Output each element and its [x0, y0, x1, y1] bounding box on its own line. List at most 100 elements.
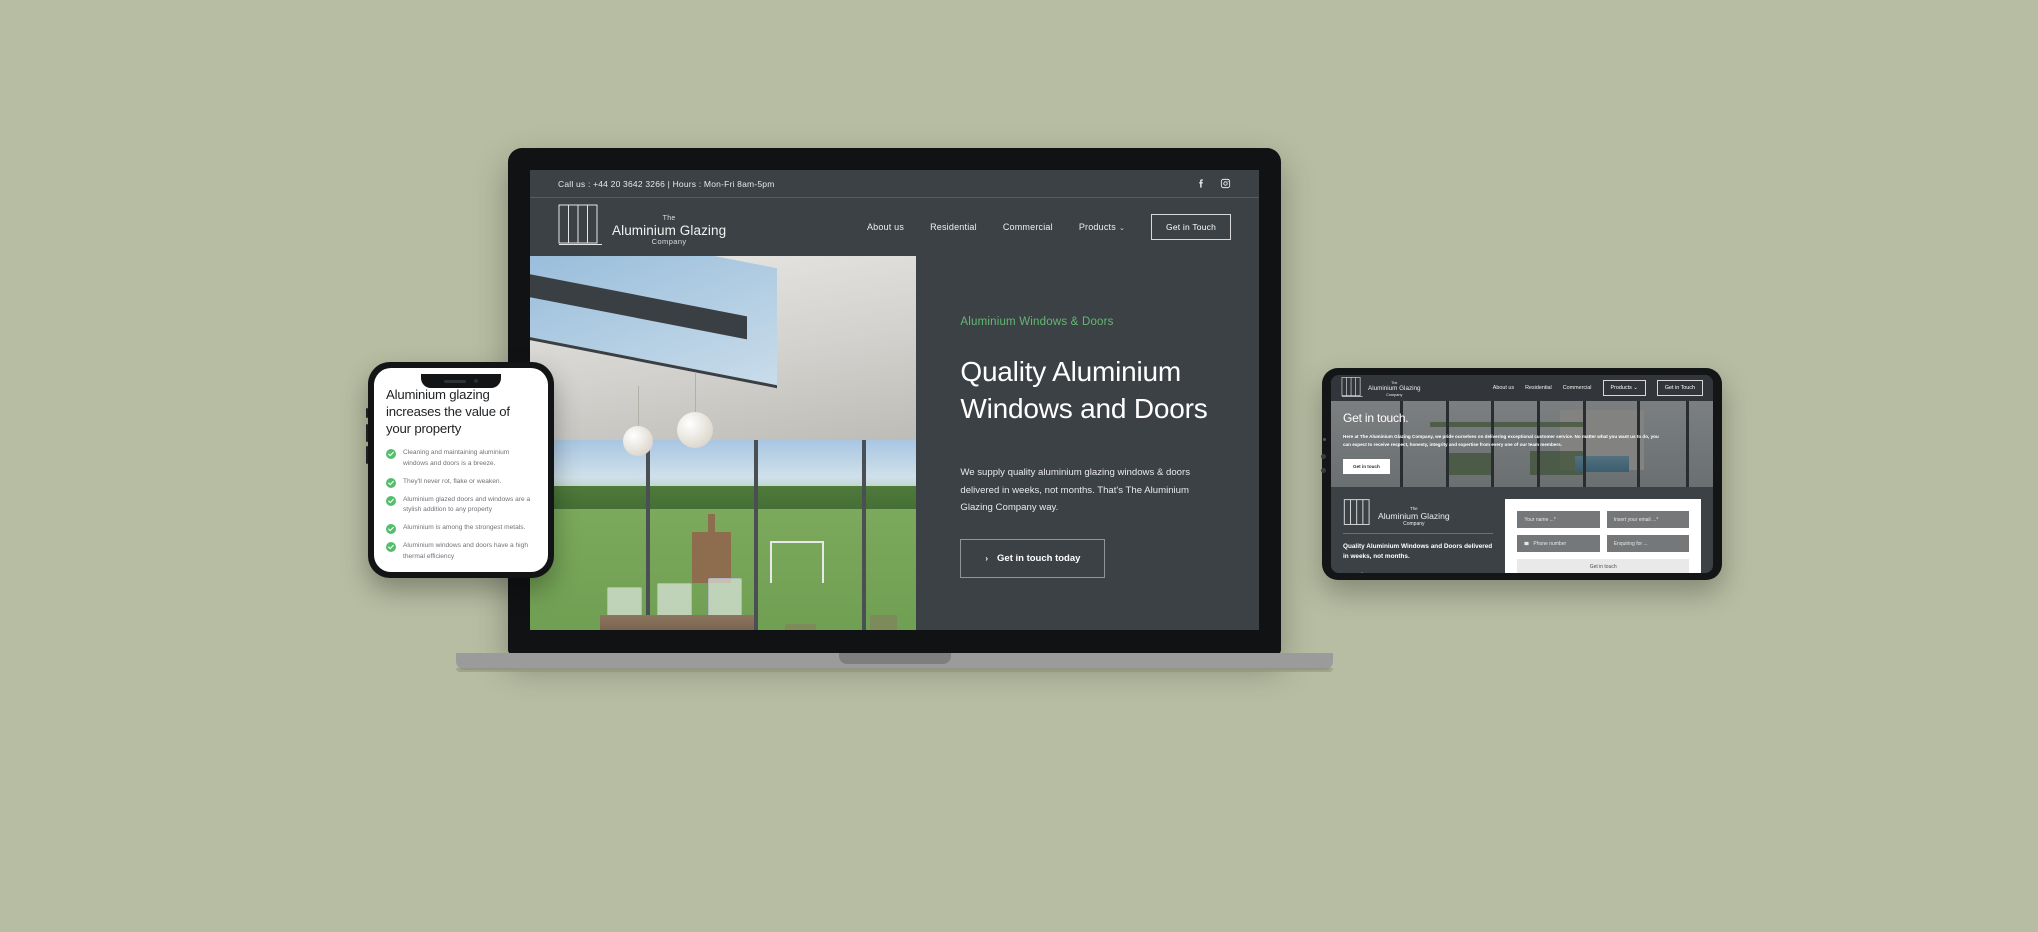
tablet-button-upper[interactable]: [1321, 454, 1326, 459]
check-circle-icon: [386, 449, 396, 460]
tablet-hero-paragraph: Here at The Aluminium Glazing Company, w…: [1343, 434, 1659, 448]
check-circle-icon: [386, 524, 396, 535]
chevron-down-icon: ⌄: [1633, 385, 1638, 391]
phone-device-mockup: Aluminium glazing increases the value of…: [366, 362, 554, 578]
brand-the: The: [662, 214, 676, 222]
hero-eyebrow: Aluminium Windows & Doors: [960, 316, 1114, 328]
form-submit-button[interactable]: Get in touch: [1517, 559, 1689, 573]
front-camera-icon: [474, 379, 478, 383]
form-phone-placeholder: Phone number: [1533, 540, 1567, 547]
benefit-text: Aluminium glazed doors and windows are a…: [403, 495, 531, 514]
tablet-hero: Get in touch. Here at The Aluminium Glaz…: [1331, 401, 1713, 487]
tablet-contact-form-card: Your name ...* Insert your email ...* Ph…: [1505, 499, 1701, 573]
window-panes-logo-icon: [1343, 499, 1370, 525]
brand-name: Aluminium Glazing: [612, 222, 727, 238]
tablet-products-label: Products: [1610, 385, 1632, 391]
tablet-contact-form: Your name ...* Insert your email ...* Ph…: [1517, 511, 1690, 573]
mockup-stage: Call us : +44 20 3642 3266 | Hours : Mon…: [0, 0, 2038, 932]
tablet-brand-logo[interactable]: The Aluminium Glazing Company: [1341, 377, 1421, 399]
tablet-get-in-touch-button[interactable]: Get in Touch: [1656, 380, 1703, 396]
earpiece-speaker-icon: [444, 379, 466, 383]
tablet-brand-company: Company: [1386, 392, 1403, 397]
tablet-brand-name: Aluminium Glazing: [1368, 384, 1421, 392]
laptop-base-notch: [838, 653, 951, 664]
tablet-footer-logo[interactable]: The Aluminium Glazing Company: [1343, 499, 1493, 529]
list-item: Aluminium windows and doors have a high …: [386, 541, 536, 562]
benefit-text: Cleaning and maintaining aluminium windo…: [403, 449, 510, 468]
tablet-hero-heading: Get in touch.: [1343, 411, 1409, 425]
window-panes-logo-icon: [558, 204, 602, 245]
phone-notch: [421, 374, 501, 388]
phone-body: Aluminium glazing increases the value of…: [366, 362, 554, 578]
phone-benefits-list: Cleaning and maintaining aluminium windo…: [386, 448, 536, 562]
chevron-down-icon: ⌄: [1118, 225, 1126, 232]
hero-button-label: Get in touch today: [997, 553, 1081, 565]
tablet-device-mockup: The Aluminium Glazing Company About us R…: [1321, 368, 1722, 580]
phone-heading: Aluminium glazing increases the value of…: [386, 387, 510, 437]
hero-heading: Quality Aluminium Windows and Doors: [960, 356, 1208, 424]
phone-page-content: Aluminium glazing increases the value of…: [374, 368, 548, 572]
tablet-body: The Aluminium Glazing Company About us R…: [1321, 368, 1722, 580]
check-circle-icon: [386, 542, 396, 553]
nav-get-in-touch-button[interactable]: Get in Touch: [1151, 214, 1231, 240]
window-panes-logo-icon: [1341, 377, 1363, 397]
hero-paragraph: We supply quality aluminium glazing wind…: [960, 466, 1191, 514]
primary-nav: About us Residential Commercial Products…: [867, 214, 1231, 240]
tablet-hero-get-in-touch-button[interactable]: Get in touch: [1343, 458, 1390, 474]
tablet-footer-wordmark: The Aluminium Glazing Company: [1378, 506, 1450, 529]
nav-item-products-label: Products: [1078, 222, 1116, 232]
laptop-device-mockup: Call us : +44 20 3642 3266 | Hours : Mon…: [456, 148, 1333, 672]
hero-get-in-touch-today-button[interactable]: › Get in touch today: [960, 539, 1106, 579]
check-circle-icon: [386, 495, 396, 506]
phone-volume-down-button[interactable]: [366, 446, 368, 464]
tablet-brand-wordmark: The Aluminium Glazing Company: [1368, 381, 1421, 399]
laptop-lid: Call us : +44 20 3642 3266 | Hours : Mon…: [508, 148, 1281, 654]
nav-item-commercial[interactable]: Commercial: [1003, 222, 1053, 232]
list-item: Aluminium glazed doors and windows are a…: [386, 495, 536, 516]
tablet-primary-nav: About us Residential Commercial Products…: [1493, 380, 1703, 396]
tablet-nav-item-about-us[interactable]: About us: [1493, 385, 1514, 391]
tablet-button-lower[interactable]: [1321, 468, 1326, 473]
chevron-right-icon: ›: [985, 554, 989, 564]
facebook-icon[interactable]: [1196, 178, 1207, 189]
list-item: They'll never rot, flake or weaken.: [386, 477, 536, 488]
flag-icon: [1524, 541, 1529, 546]
form-name-input[interactable]: Your name ...*: [1517, 511, 1600, 528]
tablet-navbar: The Aluminium Glazing Company About us R…: [1331, 375, 1713, 401]
brand-logo[interactable]: The Aluminium Glazing Company: [558, 204, 726, 250]
tablet-footer-info: The Aluminium Glazing Company Quality Al…: [1343, 499, 1494, 573]
phone-volume-up-button[interactable]: [366, 424, 368, 442]
form-phone-input[interactable]: Phone number: [1517, 535, 1600, 552]
tablet-camera-icon: [1323, 438, 1326, 441]
benefit-text: They'll never rot, flake or weaken.: [403, 477, 502, 485]
tablet-nav-item-residential[interactable]: Residential: [1525, 385, 1552, 391]
topbar-social-links: [1196, 178, 1231, 189]
benefit-text: Aluminium windows and doors have a high …: [403, 542, 528, 560]
tablet-screen: The Aluminium Glazing Company About us R…: [1331, 375, 1713, 573]
phone-mute-button[interactable]: [366, 408, 368, 418]
nav-item-products[interactable]: Products ⌄: [1079, 222, 1125, 232]
nav-item-residential[interactable]: Residential: [930, 222, 977, 232]
tablet-nav-item-commercial[interactable]: Commercial: [1563, 385, 1592, 391]
benefit-text: Aluminium is among the strongest metals.: [403, 524, 526, 532]
topbar-contact-line: Call us : +44 20 3642 3266 | Hours : Mon…: [558, 178, 775, 189]
list-item: Cleaning and maintaining aluminium windo…: [386, 448, 536, 469]
brand-wordmark: The Aluminium Glazing Company: [612, 215, 726, 250]
form-email-input[interactable]: Insert your email ...*: [1606, 511, 1690, 528]
instagram-icon[interactable]: [1220, 178, 1231, 189]
laptop-screen: Call us : +44 20 3642 3266 | Hours : Mon…: [530, 170, 1259, 630]
site-topbar: Call us : +44 20 3642 3266 | Hours : Mon…: [530, 170, 1259, 198]
tablet-nav-item-products[interactable]: Products ⌄: [1602, 380, 1646, 396]
form-enquiry-select[interactable]: Enquiring for ...: [1606, 535, 1690, 552]
laptop-base-shadow: [456, 668, 1333, 672]
site-navbar: The Aluminium Glazing Company About us R…: [530, 198, 1259, 256]
list-item: Aluminium is among the strongest metals.: [386, 523, 536, 535]
hero-copy-panel: Aluminium Windows & Doors Quality Alumin…: [916, 256, 1259, 630]
check-circle-icon: [386, 477, 396, 488]
nav-item-about-us[interactable]: About us: [867, 222, 904, 232]
interior-scene-illustration: [530, 256, 917, 630]
tablet-footer-brand-company: Company: [1403, 520, 1425, 527]
hero-interior-photo: Name ...* Email ...* Book your appointme…: [530, 256, 917, 630]
phone-screen: Aluminium glazing increases the value of…: [374, 368, 548, 572]
brand-company: Company: [651, 236, 687, 246]
